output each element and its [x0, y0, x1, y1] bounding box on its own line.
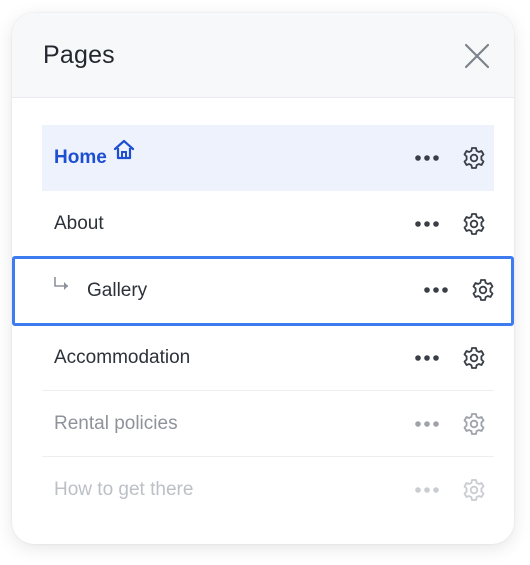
page-label: How to get there: [54, 479, 194, 500]
gear-icon: [472, 279, 494, 301]
pages-list: Home About Gallery Accommodation Rental …: [12, 125, 514, 523]
page-label: Home: [54, 125, 135, 191]
close-button[interactable]: [462, 41, 492, 71]
more-icon: [415, 155, 439, 161]
more-options-button[interactable]: [414, 415, 440, 433]
close-icon: [464, 43, 490, 69]
more-options-button[interactable]: [423, 281, 449, 299]
page-settings-button[interactable]: [462, 478, 486, 502]
page-settings-button[interactable]: [462, 212, 486, 236]
page-label: Rental policies: [54, 413, 178, 434]
page-settings-button[interactable]: [462, 412, 486, 436]
more-icon: [415, 355, 439, 361]
gear-icon: [463, 213, 485, 235]
page-label: Accommodation: [54, 347, 191, 368]
home-icon: [113, 123, 135, 189]
page-settings-button[interactable]: [471, 278, 495, 302]
page-row-rental-policies[interactable]: Rental policies: [42, 391, 494, 457]
page-row-gallery[interactable]: Gallery: [12, 256, 514, 326]
more-icon: [424, 287, 448, 293]
page-row-home[interactable]: Home: [42, 125, 494, 191]
page-settings-button[interactable]: [462, 146, 486, 170]
more-options-button[interactable]: [414, 149, 440, 167]
more-options-button[interactable]: [414, 481, 440, 499]
gear-icon: [463, 347, 485, 369]
panel-title: Pages: [43, 41, 115, 69]
page-row-about[interactable]: About: [42, 191, 494, 257]
gear-icon: [463, 479, 485, 501]
page-settings-button[interactable]: [462, 346, 486, 370]
pages-panel: Pages Home About Gallery Accommodation R…: [12, 13, 514, 544]
more-icon: [415, 487, 439, 493]
gear-icon: [463, 413, 485, 435]
page-label: Gallery: [87, 280, 148, 301]
panel-header: Pages: [12, 13, 514, 98]
more-icon: [415, 221, 439, 227]
more-icon: [415, 421, 439, 427]
page-row-accommodation[interactable]: Accommodation: [42, 325, 494, 391]
more-options-button[interactable]: [414, 215, 440, 233]
page-label: About: [54, 213, 104, 234]
page-row-how-to-get-there[interactable]: How to get there: [42, 457, 494, 523]
gear-icon: [463, 147, 485, 169]
subpage-arrow-icon: [52, 275, 72, 300]
more-options-button[interactable]: [414, 349, 440, 367]
